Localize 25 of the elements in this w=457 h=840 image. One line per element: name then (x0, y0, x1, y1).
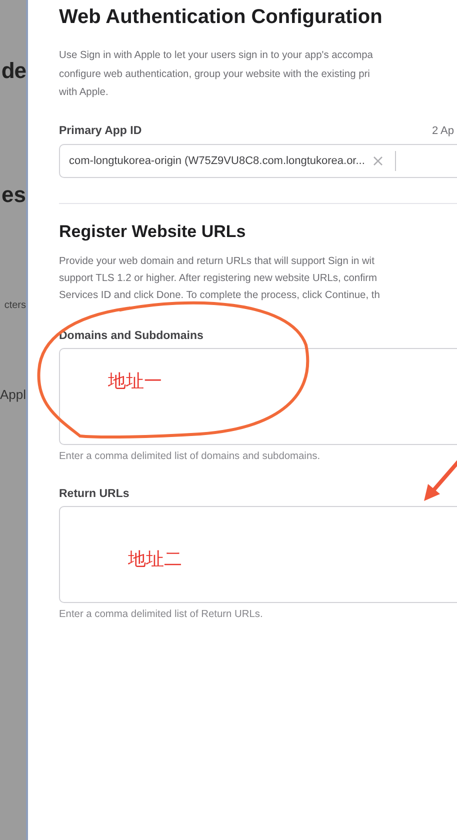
description-text: with Apple. (59, 86, 110, 100)
app-id-select[interactable]: com-longtukorea-origin (W75Z9VU8C8.com.longtukorea.or... (59, 144, 457, 178)
count-text: 2 Ap (432, 124, 454, 136)
description-text: Provide your web domain and return URLs that will support Sign in wit (59, 254, 376, 268)
help-text: Enter a comma delimited list of Return URLs. (59, 608, 264, 620)
description-text: Use Sign in with Apple to let your users sign in to your app's accompa (59, 49, 374, 63)
description-text: configure web authentication, group your website with the existing pri (59, 68, 371, 82)
background-text: cters (4, 300, 26, 311)
background-text: Appl (0, 387, 26, 402)
panel-title: Web Authentication Configuration (59, 6, 384, 29)
background-text: es (2, 182, 26, 208)
annotation-arrow (424, 460, 457, 501)
annotation-text: 地址一 (108, 370, 162, 393)
clear-icon[interactable] (372, 156, 383, 166)
field-label: Return URLs (59, 488, 130, 500)
description-text: support TLS 1.2 or higher. After registering new website URLs, confirm (59, 272, 378, 286)
text-area[interactable]: 地址二 (59, 506, 457, 602)
section-title: Register Website URLs (59, 222, 247, 242)
field-label: Primary App ID (59, 124, 142, 136)
annotation-text: 地址二 (128, 548, 182, 571)
help-text: Enter a comma delimited list of domains and subdomains. (59, 450, 322, 462)
description-text: Services ID and click Done. To complete the process, click Continue, th (59, 288, 381, 302)
field-label: Domains and Subdomains (59, 330, 204, 342)
background-text: de (1, 58, 26, 84)
text-area[interactable]: 地址一 (59, 348, 457, 444)
